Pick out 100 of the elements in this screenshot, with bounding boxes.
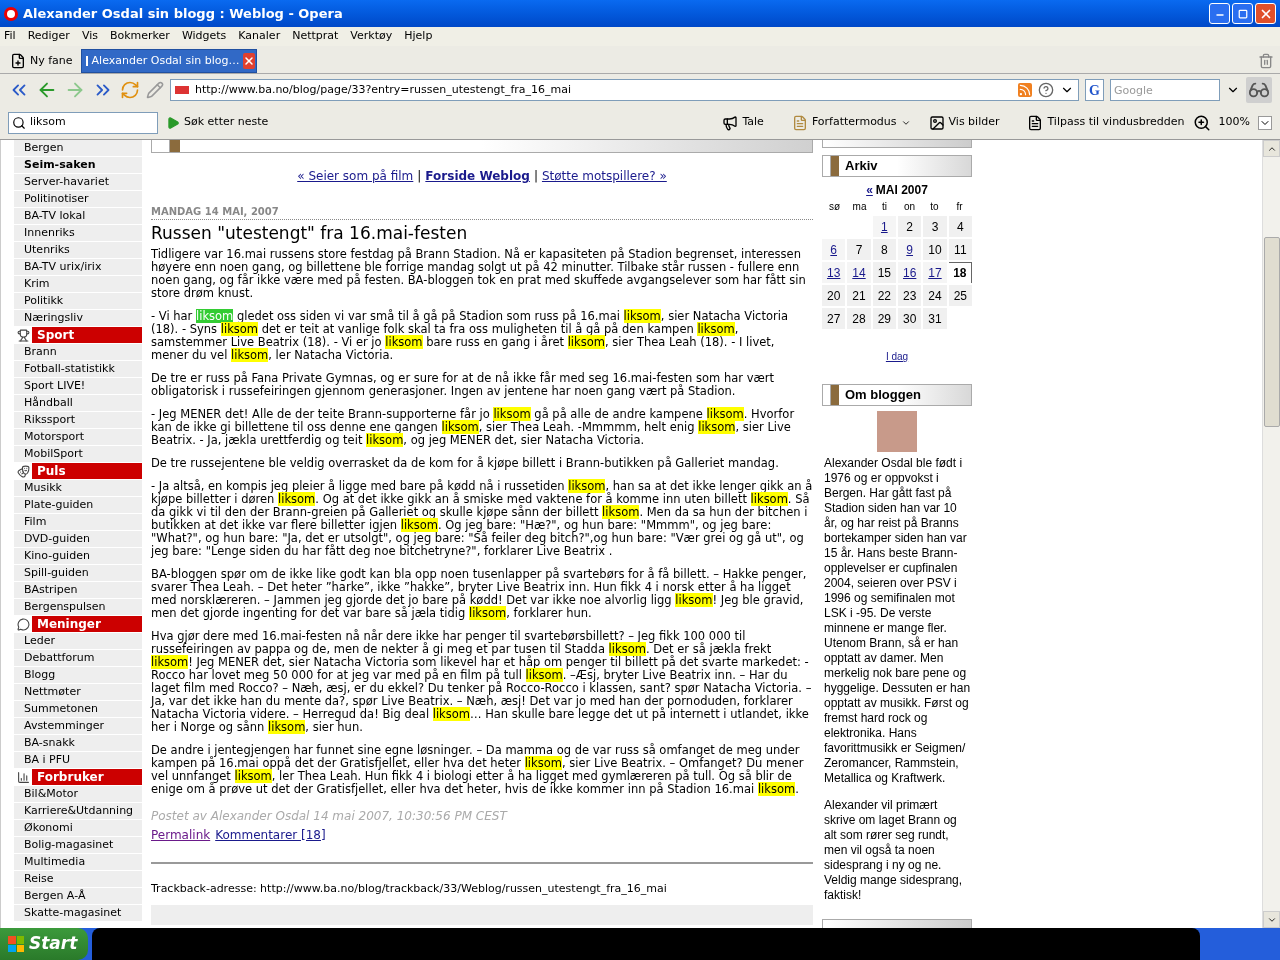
maximize-button[interactable] bbox=[1232, 3, 1253, 24]
browser-tab[interactable]: Alexander Osdal sin blog… bbox=[80, 49, 257, 73]
trash-icon[interactable] bbox=[1258, 53, 1274, 69]
menu-item[interactable]: Rediger bbox=[27, 28, 70, 45]
sidebar-link[interactable]: Skatte-magasinet bbox=[14, 905, 142, 922]
sidebar-section-header[interactable]: Puls bbox=[14, 463, 142, 480]
sidebar-link[interactable]: Blogg bbox=[14, 667, 142, 684]
sidebar-section-header[interactable]: Forbruker bbox=[14, 769, 142, 786]
sidebar-link[interactable]: Motorsport bbox=[14, 429, 142, 446]
post-paragraph: Hva gjør dere med 16.mai-festen nå når dere ikke har penger til svartebørsbillett? – Jeg fikk 100 000 til russefeiringen av pappa og de, men de nekter å gi meg et par tusen til Stadda liksom. Det er så jækla frekt liksom! Jeg MENER det, sier Natacha Victoria som likevel har et håp om penger til billett på det svarte markedet: - Rocco har lovet meg 50 000 for at jeg var med på en film på tull liksom. –Æsj, bryter Live Beatrix inn. – Har du laget film med Rocco? – Næh, æsj, er du ekkel? Du tenker på Rocco-Rocco i klassen, sant? spør Natacha Victoria. – Ja, var det ikke han du mente da?, spør Live Beatrix. – Næh, æsj! Det var jo med han der pornoduden, forklarer Natacha Victoria videre. – Herregud da! Big deal liksom… Han skulle bare legge det ut på internett i utlandet, ikke her i Norge og sånn liksom, sier hun. bbox=[151, 630, 813, 734]
sidebar-link[interactable]: Kino-guiden bbox=[14, 548, 142, 565]
zoom-icon[interactable] bbox=[1192, 113, 1211, 132]
sidebar-link[interactable]: Økonomi bbox=[14, 820, 142, 837]
sidebar-link[interactable]: Bolig-magasinet bbox=[14, 837, 142, 854]
menu-item[interactable]: Vis bbox=[81, 28, 98, 45]
sidebar-link[interactable]: Utenriks bbox=[14, 242, 142, 259]
calendar-day: 31 bbox=[923, 308, 947, 330]
menu-item[interactable]: Hjelp bbox=[404, 28, 433, 45]
nav-link[interactable]: « Seier som på film bbox=[297, 170, 414, 183]
start-button[interactable]: Start bbox=[0, 928, 88, 960]
browser-tab[interactable]: Ny fane bbox=[6, 49, 77, 73]
calendar-day[interactable]: 9 bbox=[898, 239, 922, 261]
sidebar-link[interactable]: BA i PFU bbox=[14, 752, 142, 769]
sidebar-link[interactable]: Reise bbox=[14, 871, 142, 888]
sidebar-link[interactable]: Innenriks bbox=[14, 225, 142, 242]
calendar-day[interactable]: 16 bbox=[898, 262, 922, 284]
sidebar-link[interactable]: Bergenspulsen bbox=[14, 599, 142, 616]
sidebar-link[interactable]: Summetonen bbox=[14, 701, 142, 718]
calendar-month: MAI 2007 bbox=[875, 182, 928, 200]
sidebar-link[interactable]: Nettmøter bbox=[14, 684, 142, 701]
show-images-button[interactable]: Vis bilder bbox=[928, 114, 1000, 131]
vertical-scrollbar[interactable] bbox=[1262, 140, 1280, 928]
sidebar-link[interactable]: Fotball-statistikk bbox=[14, 361, 142, 378]
menu-item[interactable]: Fil bbox=[4, 28, 16, 45]
sidebar-link[interactable]: Plate-guiden bbox=[14, 497, 142, 514]
close-button[interactable] bbox=[1255, 3, 1276, 24]
nav-link[interactable]: Forside Weblog bbox=[425, 170, 530, 183]
post-link[interactable]: Kommentarer [18] bbox=[215, 829, 326, 842]
find-field[interactable]: liksom bbox=[8, 111, 158, 134]
sidebar-link[interactable]: BA-TV urix/irix bbox=[14, 259, 142, 276]
calendar-day[interactable]: 17 bbox=[923, 262, 947, 284]
menu-item[interactable]: Nettprat bbox=[292, 28, 339, 45]
rss-icon[interactable] bbox=[1018, 83, 1033, 97]
sidebar-link[interactable]: Politinotiser bbox=[14, 191, 142, 208]
sidebar-link[interactable]: Bergen A-Å bbox=[14, 888, 142, 905]
speak-button[interactable]: Tale bbox=[722, 114, 764, 131]
weekday-label: ma bbox=[851, 200, 868, 215]
search-engine-logo[interactable]: G bbox=[1085, 79, 1104, 101]
sidebar-link[interactable]: Karriere&Utdanning bbox=[14, 803, 142, 820]
sidebar-link[interactable]: BAstripen bbox=[14, 582, 142, 599]
sidebar-link[interactable]: BA-TV lokal bbox=[14, 208, 142, 225]
sidebar-section-header[interactable]: Meninger bbox=[14, 616, 142, 633]
zoom-level[interactable]: 100% bbox=[1218, 114, 1250, 131]
sidebar-link[interactable]: DVD-guiden bbox=[14, 531, 142, 548]
section-icon bbox=[16, 328, 30, 342]
search-field[interactable]: Google bbox=[1110, 79, 1220, 101]
find-next-button[interactable]: Søk etter neste bbox=[166, 114, 269, 131]
sidebar-link[interactable]: Bergen bbox=[14, 140, 142, 157]
sidebar-link[interactable]: Film bbox=[14, 514, 142, 531]
play-icon bbox=[166, 115, 180, 130]
sidebar-link[interactable]: MobilSport bbox=[14, 446, 142, 463]
sidebar-link[interactable]: Avstemminger bbox=[14, 718, 142, 735]
sidebar-section-header[interactable]: Sport bbox=[14, 327, 142, 344]
sidebar-link[interactable]: Brann bbox=[14, 344, 142, 361]
sidebar-link[interactable]: Sport LIVE! bbox=[14, 378, 142, 395]
address-field[interactable]: http://www.ba.no/blog/page/33?entry=russen_utestengt_fra_16_mai bbox=[170, 79, 1080, 101]
calendar-day[interactable]: 14 bbox=[847, 262, 871, 284]
sidebar-link[interactable]: Håndball bbox=[14, 395, 142, 412]
minimize-button[interactable] bbox=[1209, 3, 1230, 24]
sidebar-link[interactable]: BA-snakk bbox=[14, 735, 142, 752]
menu-item[interactable]: Verktøy bbox=[350, 28, 393, 45]
menu-item[interactable]: Kanaler bbox=[238, 28, 281, 45]
sidebar-link[interactable]: Multimedia bbox=[14, 854, 142, 871]
sidebar-link[interactable]: Musikk bbox=[14, 480, 142, 497]
sidebar-link[interactable]: Rikssport bbox=[14, 412, 142, 429]
today-link[interactable]: I dag bbox=[885, 349, 909, 365]
calendar-day[interactable]: 1 bbox=[872, 216, 896, 238]
help-icon[interactable] bbox=[1038, 82, 1055, 98]
pencil-icon[interactable] bbox=[146, 81, 164, 99]
author-mode-button[interactable]: Forfattermodus bbox=[791, 114, 911, 131]
sidebar-link[interactable]: Debattforum bbox=[14, 650, 142, 667]
sidebar-link[interactable]: Server-havariet bbox=[14, 174, 142, 191]
sidebar-link[interactable]: Næringsliv bbox=[14, 310, 142, 327]
sidebar-link[interactable]: Spill-guiden bbox=[14, 565, 142, 582]
previous-month-link[interactable]: « bbox=[866, 181, 873, 200]
sidebar-link[interactable]: Seim-saken bbox=[14, 157, 142, 174]
nav-link[interactable]: Støtte motspillere? » bbox=[541, 170, 667, 183]
calendar-day[interactable]: 13 bbox=[822, 262, 846, 284]
sidebar-link[interactable]: Krim bbox=[14, 276, 142, 293]
close-tab-icon[interactable] bbox=[243, 53, 256, 69]
scroll-thumb[interactable] bbox=[1263, 237, 1280, 427]
fit-to-width-button[interactable]: Tilpass til vindusbredden bbox=[1027, 114, 1185, 131]
calendar-day[interactable]: 6 bbox=[822, 239, 846, 261]
post-link[interactable]: Permalink bbox=[151, 829, 211, 842]
menu-item[interactable]: Widgets bbox=[181, 28, 227, 45]
menu-item[interactable]: Bokmerker bbox=[109, 28, 170, 45]
sidebar-link[interactable]: Leder bbox=[14, 633, 142, 650]
sidebar-link[interactable]: Bil&Motor bbox=[14, 786, 142, 803]
sidebar-link[interactable]: Politikk bbox=[14, 293, 142, 310]
glasses-icon[interactable] bbox=[1246, 77, 1272, 103]
